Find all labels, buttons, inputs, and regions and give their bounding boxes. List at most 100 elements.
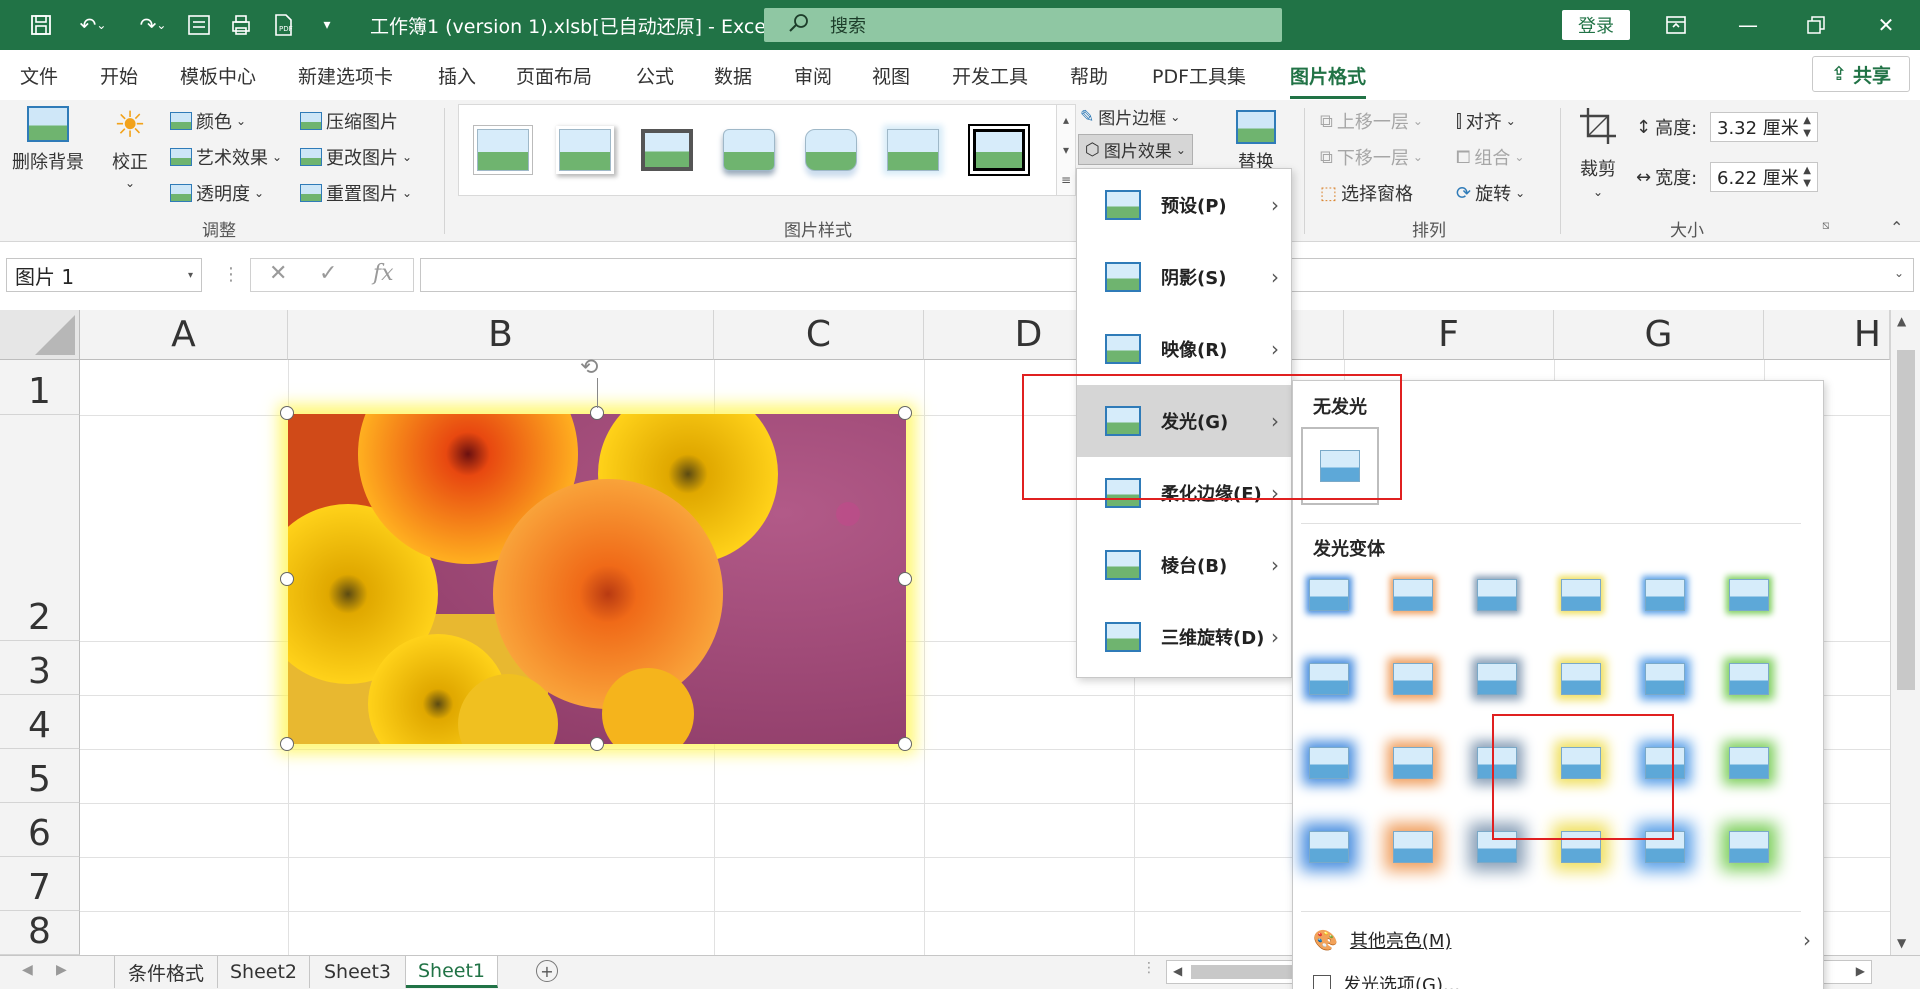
close-icon[interactable]: ✕ <box>1866 8 1906 42</box>
picture-style-3[interactable] <box>637 125 697 175</box>
selection-pane-button[interactable]: ⬚ 选择窗格 <box>1320 180 1413 206</box>
row-header[interactable]: 4 <box>0 695 80 749</box>
name-box[interactable]: 图片 1 ▾ <box>6 258 202 292</box>
tab-home[interactable]: 开始 <box>100 62 138 89</box>
chevron-down-icon[interactable]: ▾ <box>188 270 193 281</box>
picture-style-1[interactable] <box>473 125 533 175</box>
gallery-more-icon[interactable]: ≡ <box>1061 173 1071 187</box>
more-glow-colors-item[interactable]: 🎨 其他亮色(M) › <box>1313 927 1811 953</box>
prev-sheet-icon[interactable]: ◀ <box>22 962 33 978</box>
resize-handle[interactable] <box>898 406 912 420</box>
vertical-scrollbar[interactable]: ▲ ▼ <box>1890 310 1920 955</box>
scroll-up-icon[interactable]: ▲ <box>1897 314 1906 328</box>
effects-item-preset[interactable]: 预设(P) › <box>1077 169 1291 241</box>
enter-icon[interactable]: ✓ <box>319 261 337 286</box>
glow-variant-option[interactable] <box>1393 831 1433 863</box>
group-objects-button[interactable]: ⧠ 组合 ⌄ <box>1456 144 1524 170</box>
row-header[interactable]: 1 <box>0 360 80 415</box>
glow-variant-option[interactable] <box>1729 747 1769 779</box>
glow-variant-option[interactable] <box>1309 663 1349 695</box>
glow-variant-option[interactable] <box>1729 831 1769 863</box>
tab-new-tab[interactable]: 新建选项卡 <box>298 62 393 89</box>
column-header[interactable]: H <box>1764 310 1890 360</box>
artistic-effects-button[interactable]: 艺术效果 ⌄ <box>170 144 282 170</box>
minimize-icon[interactable]: — <box>1728 8 1768 42</box>
column-header[interactable]: C <box>714 310 924 360</box>
column-header[interactable]: A <box>80 310 288 360</box>
compress-pictures-button[interactable]: 压缩图片 <box>300 108 398 134</box>
sheet-tab[interactable]: Sheet2 <box>218 956 310 988</box>
tab-help[interactable]: 帮助 <box>1070 62 1108 89</box>
remove-background-button[interactable]: 删除背景 <box>12 106 84 174</box>
crop-button[interactable]: 裁剪 ⌄ <box>1578 106 1618 199</box>
row-header[interactable]: 3 <box>0 641 80 695</box>
bring-forward-button[interactable]: ⧉ 上移一层 ⌄ <box>1320 108 1423 134</box>
picture-border-button[interactable]: ✎ 图片边框 ⌄ <box>1080 104 1180 130</box>
rotate-handle-icon[interactable]: ⟲ <box>580 357 610 380</box>
color-button[interactable]: 颜色 ⌄ <box>170 108 246 134</box>
column-header[interactable]: F <box>1344 310 1554 360</box>
scroll-down-icon[interactable]: ▼ <box>1897 936 1906 950</box>
glow-variant-option[interactable] <box>1729 663 1769 695</box>
row-header[interactable]: 2 <box>0 415 80 641</box>
tab-picture-format[interactable]: 图片格式 <box>1290 62 1367 99</box>
spin-arrows-icon[interactable]: ▲ ▼ <box>1803 164 1811 190</box>
next-sheet-icon[interactable]: ▶ <box>56 962 67 978</box>
search-box[interactable]: 搜索 <box>764 8 1282 42</box>
scroll-thumb[interactable] <box>1897 350 1915 690</box>
effects-item-bevel[interactable]: 棱台(B) › <box>1077 529 1291 601</box>
column-header[interactable]: G <box>1554 310 1764 360</box>
save-icon[interactable] <box>24 8 58 42</box>
spin-arrows-icon[interactable]: ▲ ▼ <box>1803 114 1811 140</box>
print-preview-icon[interactable] <box>224 8 258 42</box>
row-header[interactable]: 5 <box>0 749 80 803</box>
glow-variant-option[interactable] <box>1645 579 1685 611</box>
restore-icon[interactable] <box>1796 8 1836 42</box>
effects-item-3d-rotation[interactable]: 三维旋转(D) › <box>1077 601 1291 673</box>
select-all-corner[interactable] <box>0 310 80 360</box>
resize-handle[interactable] <box>280 572 294 586</box>
resize-handle[interactable] <box>590 406 604 420</box>
glow-variant-option[interactable] <box>1561 663 1601 695</box>
tab-page-layout[interactable]: 页面布局 <box>516 62 592 89</box>
redo-icon[interactable]: ↷ ⌄ <box>126 8 180 42</box>
tab-pdf-tools[interactable]: PDF工具集 <box>1152 62 1246 89</box>
tab-insert[interactable]: 插入 <box>438 62 476 89</box>
tab-split-icon[interactable]: ⋮ <box>1142 960 1156 976</box>
glow-variant-option[interactable] <box>1729 579 1769 611</box>
rotate-button[interactable]: ⟳ 旋转 ⌄ <box>1456 180 1525 206</box>
effects-item-shadow[interactable]: 阴影(S) › <box>1077 241 1291 313</box>
picture-style-2[interactable] <box>555 125 615 175</box>
tab-developer[interactable]: 开发工具 <box>952 62 1028 89</box>
insert-function-icon[interactable]: fx <box>373 261 394 286</box>
column-header[interactable]: B <box>288 310 714 360</box>
glow-options-item[interactable]: 发光选项(G)... <box>1313 971 1460 989</box>
glow-variant-option[interactable] <box>1309 747 1349 779</box>
glow-variant-option[interactable] <box>1393 663 1433 695</box>
sheet-tab[interactable]: 条件格式 <box>114 956 218 988</box>
scroll-right-icon[interactable]: ▶ <box>1856 964 1865 978</box>
tab-formulas[interactable]: 公式 <box>636 62 674 89</box>
resize-handle[interactable] <box>280 737 294 751</box>
scroll-left-icon[interactable]: ◀ <box>1173 964 1182 978</box>
corrections-button[interactable]: ☀ 校正 ⌄ <box>112 106 148 191</box>
glow-variant-option[interactable] <box>1393 579 1433 611</box>
row-header[interactable]: 7 <box>0 857 80 911</box>
ribbon-display-icon[interactable] <box>1656 8 1696 42</box>
cancel-icon[interactable]: ✕ <box>269 261 287 286</box>
tab-view[interactable]: 视图 <box>872 62 910 89</box>
picture-style-4[interactable] <box>719 125 779 175</box>
flower-picture[interactable] <box>288 414 906 744</box>
send-backward-button[interactable]: ⧉ 下移一层 ⌄ <box>1320 144 1423 170</box>
glow-variant-option[interactable] <box>1477 579 1517 611</box>
picture-style-5[interactable] <box>801 125 861 175</box>
resize-handle[interactable] <box>280 406 294 420</box>
picture-effects-button[interactable]: ⬡ 图片效果 ⌄ <box>1078 134 1193 165</box>
row-header[interactable]: 8 <box>0 911 80 955</box>
glow-variant-option[interactable] <box>1645 663 1685 695</box>
glow-variant-option[interactable] <box>1309 831 1349 863</box>
add-sheet-icon[interactable]: + <box>536 960 558 982</box>
glow-variant-option[interactable] <box>1477 663 1517 695</box>
width-input[interactable]: 6.22 厘米 ▲ ▼ <box>1710 162 1818 192</box>
reset-picture-button[interactable]: 重置图片 ⌄ <box>300 180 412 206</box>
